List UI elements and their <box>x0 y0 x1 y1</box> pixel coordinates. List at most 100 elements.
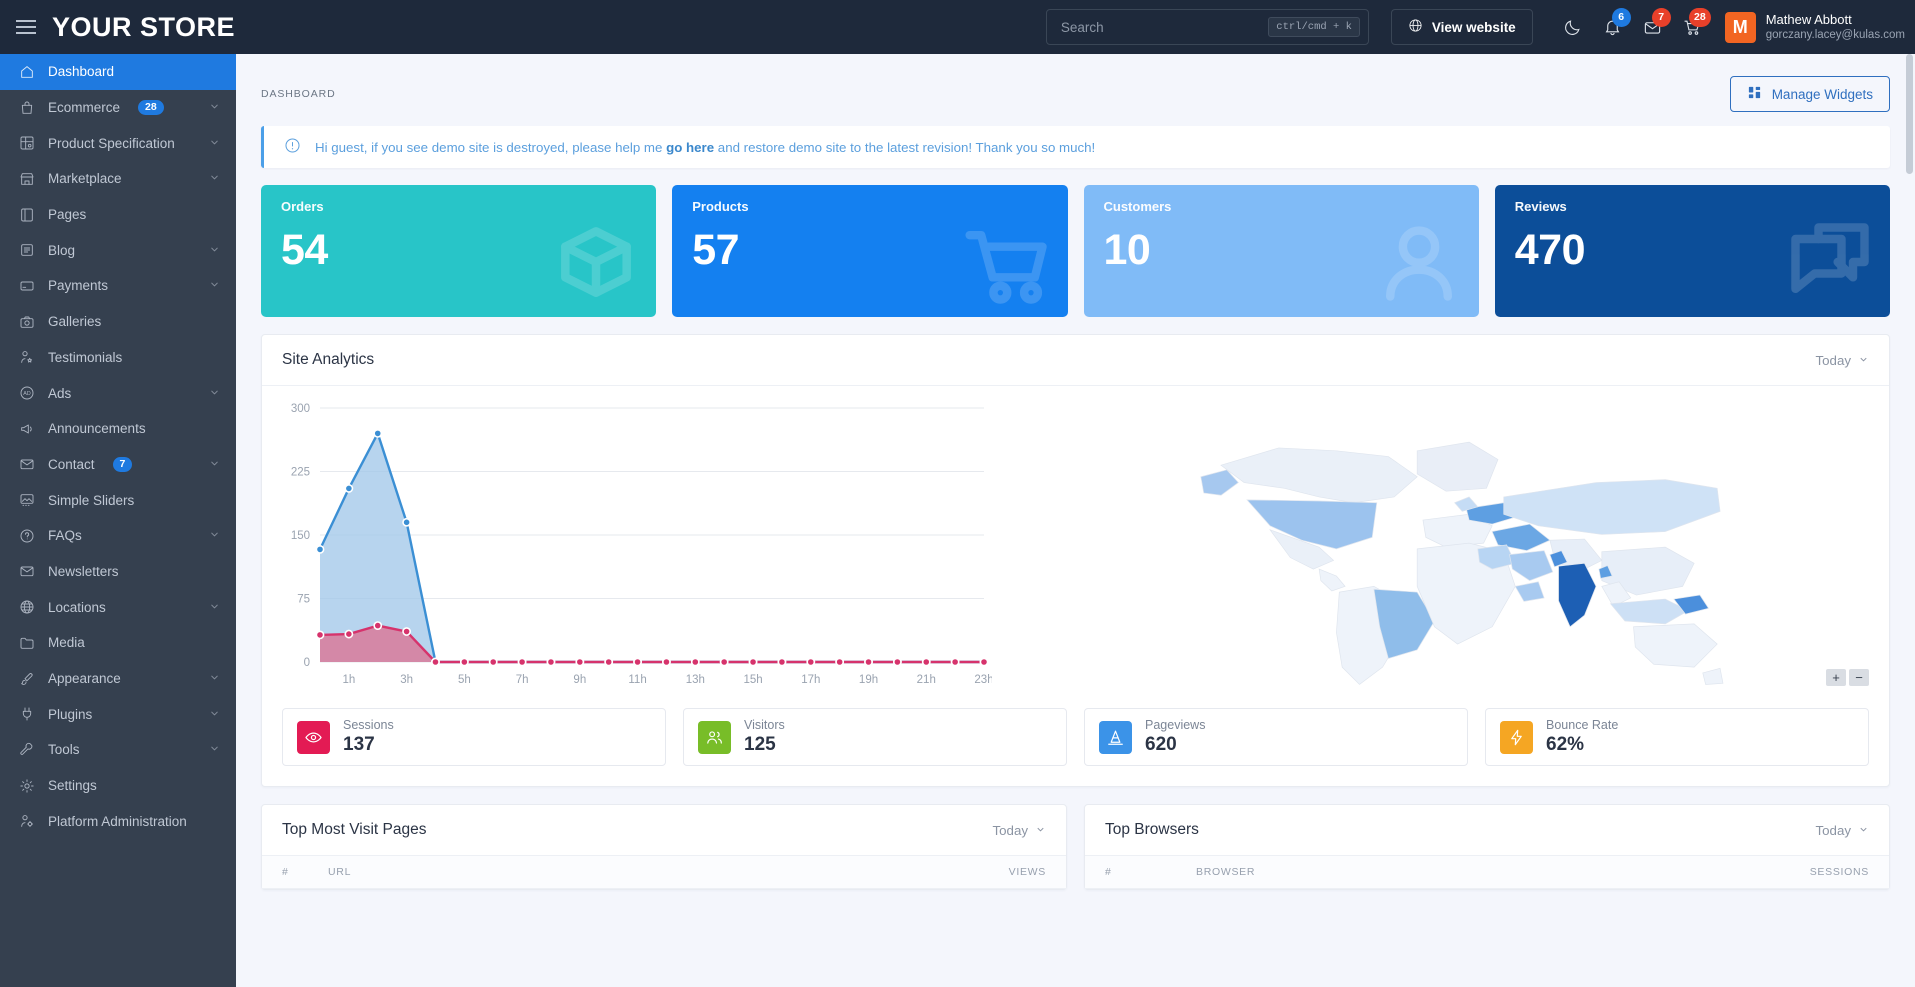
chevron-down-icon[interactable] <box>209 742 220 757</box>
chevron-down-icon[interactable] <box>209 386 220 401</box>
chart-point[interactable] <box>864 657 873 667</box>
sidebar-item-newsletters[interactable]: Newsletters <box>0 554 236 590</box>
view-website-button[interactable]: View website <box>1390 9 1533 45</box>
chart-point[interactable] <box>979 657 989 667</box>
cart-icon[interactable]: 28 <box>1673 7 1713 47</box>
chart-point[interactable] <box>806 657 816 667</box>
sidebar-item-simple-sliders[interactable]: Simple Sliders <box>0 482 236 518</box>
chart-point[interactable] <box>633 657 642 667</box>
chart-point[interactable] <box>575 657 585 667</box>
chart-point[interactable] <box>431 657 440 667</box>
chart-point[interactable] <box>373 429 383 438</box>
hamburger-icon[interactable] <box>16 20 36 34</box>
chart-point[interactable] <box>344 629 354 639</box>
chevron-down-icon[interactable] <box>209 136 220 151</box>
chevron-down-icon <box>1035 823 1046 838</box>
sidebar-item-pages[interactable]: Pages <box>0 197 236 233</box>
chart-point[interactable] <box>748 657 758 667</box>
top-browsers-col-browser: BROWSER <box>1196 866 1256 878</box>
map-country[interactable] <box>1503 479 1721 535</box>
chart-point[interactable] <box>488 657 498 667</box>
chevron-down-icon[interactable] <box>209 671 220 686</box>
box-icon <box>550 216 642 313</box>
chevron-down-icon[interactable] <box>209 528 220 543</box>
manage-widgets-button[interactable]: Manage Widgets <box>1729 76 1890 112</box>
chat-icon <box>1784 216 1876 313</box>
chart-point[interactable] <box>546 657 556 667</box>
chart-point[interactable] <box>777 657 787 667</box>
map-country[interactable] <box>1558 562 1597 628</box>
map-country[interactable] <box>1318 568 1346 592</box>
map-country[interactable] <box>1220 447 1418 504</box>
search-input[interactable] <box>1060 19 1269 35</box>
sidebar-item-announcements[interactable]: Announcements <box>0 411 236 447</box>
map-zoom-out-button[interactable]: − <box>1849 669 1869 686</box>
chart-point[interactable] <box>921 657 931 667</box>
site-analytics-range-dropdown[interactable]: Today <box>1816 353 1869 368</box>
chart-point[interactable] <box>402 517 412 527</box>
chart-point[interactable] <box>402 627 412 636</box>
chart-point[interactable] <box>662 657 671 667</box>
chart-point[interactable] <box>690 657 700 667</box>
sidebar-item-appearance[interactable]: Appearance <box>0 661 236 697</box>
sidebar-item-dashboard[interactable]: Dashboard <box>0 54 236 90</box>
map-country[interactable] <box>1416 441 1499 492</box>
stat-card-reviews[interactable]: Reviews 470 <box>1494 185 1890 317</box>
stat-card-products[interactable]: Products 57 <box>672 185 1068 317</box>
sidebar-item-settings[interactable]: Settings <box>0 768 236 804</box>
sidebar-item-tools[interactable]: Tools <box>0 732 236 768</box>
sidebar-item-media[interactable]: Media <box>0 625 236 661</box>
sidebar-item-locations[interactable]: Locations <box>0 589 236 625</box>
chart-point[interactable] <box>950 657 960 667</box>
chart-point[interactable] <box>517 657 527 667</box>
user-menu[interactable]: M Mathew Abbott gorczany.lacey@kulas.com <box>1724 11 1905 43</box>
top-pages-range-dropdown[interactable]: Today <box>993 823 1046 838</box>
sidebar-item-faqs[interactable]: FAQs <box>0 518 236 554</box>
chart-point[interactable] <box>835 657 845 667</box>
map-country[interactable] <box>1246 499 1378 550</box>
stat-label: Reviews <box>1514 199 1567 214</box>
sidebar-item-galleries[interactable]: Galleries <box>0 304 236 340</box>
chart-point[interactable] <box>892 657 902 667</box>
chevron-down-icon[interactable] <box>209 707 220 722</box>
chart-point[interactable] <box>373 621 383 630</box>
alert-link[interactable]: go here <box>666 140 714 155</box>
envelope-icon[interactable]: 7 <box>1633 7 1673 47</box>
chart-point[interactable] <box>315 630 325 640</box>
brush-icon <box>18 670 36 688</box>
map-country[interactable] <box>1509 550 1554 582</box>
chevron-down-icon[interactable] <box>209 100 220 115</box>
top-pages-col-url: URL <box>328 866 352 878</box>
top-browsers-range-dropdown[interactable]: Today <box>1816 823 1869 838</box>
stat-card-customers[interactable]: Customers 10 <box>1083 185 1479 317</box>
sidebar-item-platform-administration[interactable]: Platform Administration <box>0 803 236 839</box>
chart-point[interactable] <box>604 657 614 667</box>
moon-icon[interactable] <box>1553 7 1593 47</box>
map-country[interactable] <box>1633 623 1718 668</box>
sidebar-item-testimonials[interactable]: Testimonials <box>0 340 236 376</box>
chevron-down-icon[interactable] <box>209 171 220 186</box>
chevron-down-icon[interactable] <box>209 243 220 258</box>
sidebar-item-contact[interactable]: Contact 7 <box>0 447 236 483</box>
chevron-down-icon[interactable] <box>209 457 220 472</box>
chart-point[interactable] <box>344 484 354 493</box>
chart-point[interactable] <box>719 657 729 667</box>
sidebar-item-ads[interactable]: AD Ads <box>0 375 236 411</box>
stat-card-orders[interactable]: Orders 54 <box>261 185 657 317</box>
sidebar-item-payments[interactable]: Payments <box>0 268 236 304</box>
sidebar-item-blog[interactable]: Blog <box>0 232 236 268</box>
sidebar-item-product-specification[interactable]: Product Specification <box>0 125 236 161</box>
map-zoom-in-button[interactable]: + <box>1826 669 1846 686</box>
search-box[interactable]: ctrl/cmd + k <box>1045 9 1369 45</box>
sidebar-item-ecommerce[interactable]: Ecommerce 28 <box>0 90 236 126</box>
chart-point[interactable] <box>315 544 325 554</box>
bell-icon[interactable]: 6 <box>1593 7 1633 47</box>
map-country[interactable] <box>1702 667 1724 685</box>
chevron-down-icon[interactable] <box>209 600 220 615</box>
chart-point[interactable] <box>459 657 469 667</box>
sidebar-item-plugins[interactable]: Plugins <box>0 696 236 732</box>
visitor-world-map[interactable]: + − <box>992 396 1877 696</box>
map-country[interactable] <box>1514 581 1545 602</box>
chevron-down-icon[interactable] <box>209 278 220 293</box>
sidebar-item-marketplace[interactable]: Marketplace <box>0 161 236 197</box>
